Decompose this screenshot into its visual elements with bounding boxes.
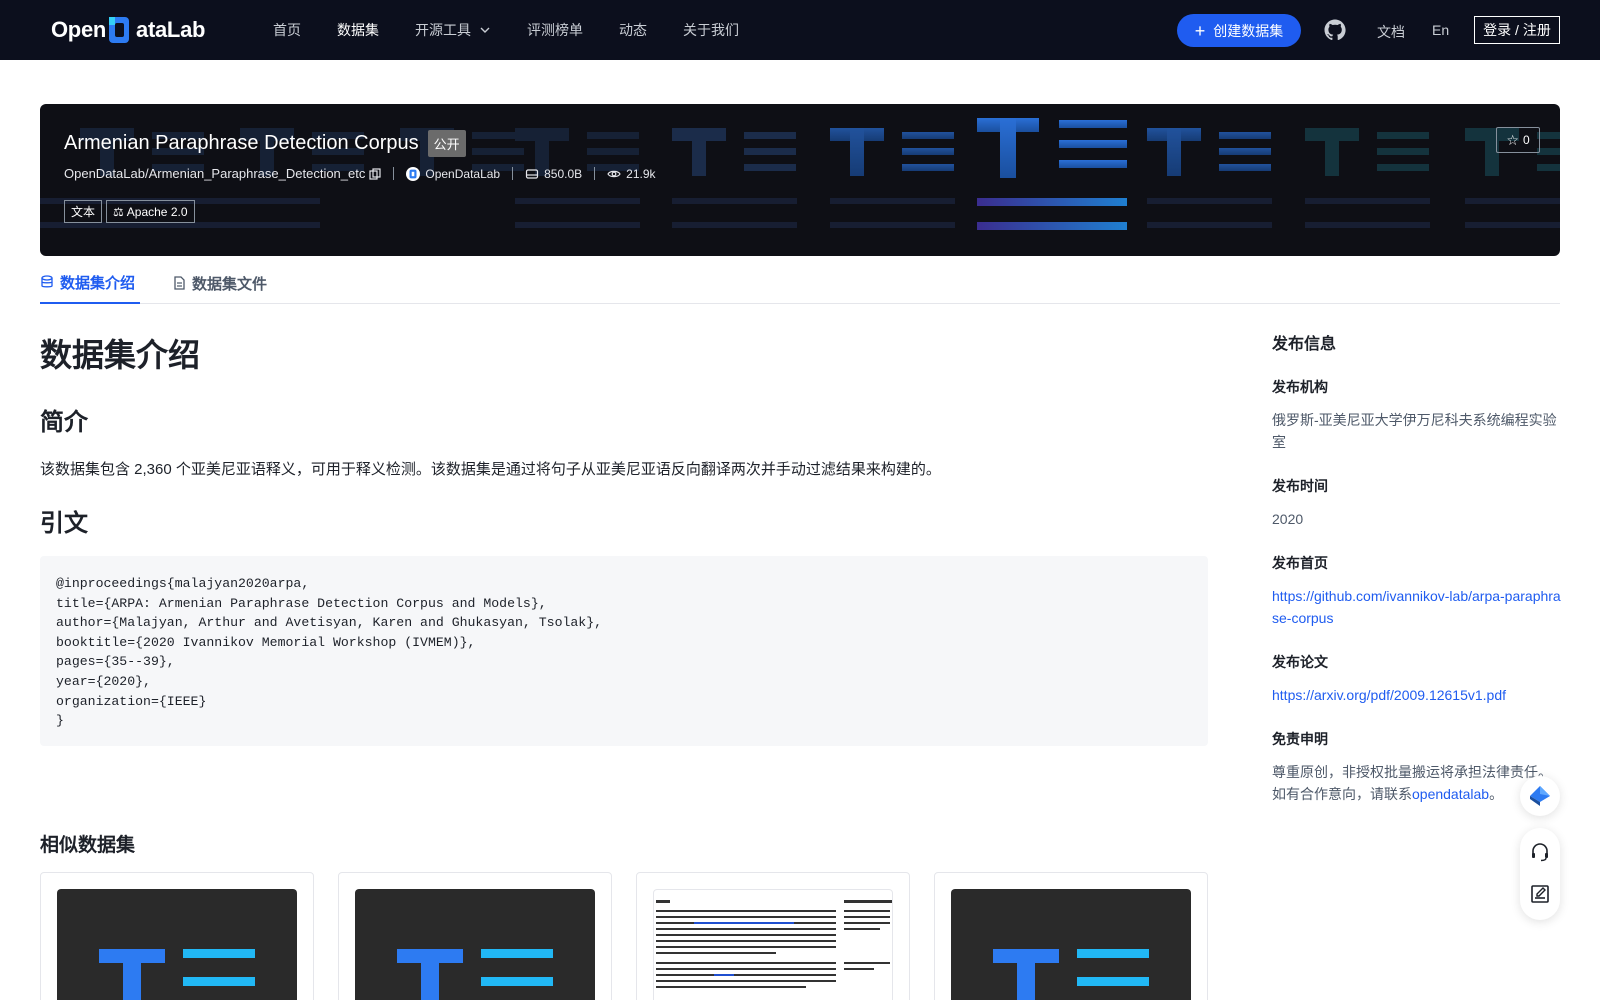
homepage-link[interactable]: https://github.com/ivannikov-lab/arpa-pa… xyxy=(1272,585,1562,629)
file-icon xyxy=(174,276,185,290)
dataset-thumbnail xyxy=(57,889,297,1000)
floating-assistant-button[interactable] xyxy=(1520,776,1560,816)
tab-files[interactable]: 数据集文件 xyxy=(172,262,267,304)
page-title: 数据集介绍 xyxy=(40,337,201,373)
floating-toolbar xyxy=(1520,828,1560,920)
dataset-meta: OpenDataLab/Armenian_Paraphrase_Detectio… xyxy=(64,166,656,181)
dataset-title-row: Armenian Paraphrase Detection Corpus 公开 xyxy=(64,130,466,157)
tab-introduction[interactable]: 数据集介绍 xyxy=(40,262,140,304)
storage-icon xyxy=(526,168,539,179)
publisher-logo-icon xyxy=(406,166,421,181)
license-label: Apache 2.0 xyxy=(126,204,188,219)
dataset-banner: Armenian Paraphrase Detection Corpus 公开 … xyxy=(40,104,1560,256)
star-button[interactable]: ☆ 0 xyxy=(1496,127,1540,153)
meta-divider xyxy=(512,167,514,180)
time-label: 发布时间 xyxy=(1272,478,1328,494)
logo[interactable]: Open ataLab xyxy=(51,15,205,45)
disclaimer-end: 。 xyxy=(1489,786,1504,802)
feedback-icon[interactable] xyxy=(1529,883,1551,905)
star-count: 0 xyxy=(1522,133,1530,147)
org-label: 发布机构 xyxy=(1272,379,1328,395)
meta-divider xyxy=(594,167,596,180)
dataset-thumbnail xyxy=(355,889,595,1000)
dataset-size: 850.0B xyxy=(544,166,583,181)
dataset-tags: 文本 ⚖ Apache 2.0 xyxy=(64,200,199,223)
tag-license[interactable]: ⚖ Apache 2.0 xyxy=(106,200,195,223)
nav-tools-label: 开源工具 xyxy=(415,22,471,38)
nav-language[interactable]: En xyxy=(1432,22,1449,38)
repo-path: OpenDataLab/Armenian_Paraphrase_Detectio… xyxy=(64,166,366,181)
intro-heading: 简介 xyxy=(40,409,88,436)
logo-d-icon xyxy=(107,16,135,44)
dataset-title: Armenian Paraphrase Detection Corpus xyxy=(64,132,419,154)
paper-link[interactable]: https://arxiv.org/pdf/2009.12615v1.pdf xyxy=(1272,684,1562,706)
publish-info-heading: 发布信息 xyxy=(1272,336,1337,353)
citation-code-block[interactable]: @inproceedings{malajyan2020arpa, title={… xyxy=(40,556,1208,746)
top-nav: Open ataLab 首页 数据集 开源工具 评测榜单 动态 关于我们 + 创… xyxy=(0,0,1600,60)
homepage-label: 发布首页 xyxy=(1272,555,1328,571)
chevron-down-icon xyxy=(480,27,490,33)
citation-heading: 引文 xyxy=(40,510,88,537)
nav-leaderboard[interactable]: 评测榜单 xyxy=(527,20,583,40)
disclaimer-label: 免责申明 xyxy=(1272,731,1328,747)
nav-datasets[interactable]: 数据集 xyxy=(337,20,379,40)
dataset-tabs: 数据集介绍 数据集文件 xyxy=(40,262,1560,304)
nav-news[interactable]: 动态 xyxy=(619,20,647,40)
assistant-logo-icon xyxy=(1530,786,1550,806)
logo-text-right: ataLab xyxy=(136,17,206,42)
contact-link[interactable]: opendatalab xyxy=(1412,786,1489,802)
dataset-thumbnail-document xyxy=(653,889,893,1000)
similar-dataset-card[interactable] xyxy=(934,872,1208,1000)
publish-info-sidebar: 发布信息 发布机构 俄罗斯-亚美尼亚大学伊万尼科夫系统编程实验室 发布时间 20… xyxy=(1272,330,1562,828)
tab-files-label: 数据集文件 xyxy=(192,275,268,293)
nav-links: 首页 数据集 开源工具 评测榜单 动态 关于我们 xyxy=(273,0,775,60)
org-value: 俄罗斯-亚美尼亚大学伊万尼科夫系统编程实验室 xyxy=(1272,412,1557,450)
tab-introduction-label: 数据集介绍 xyxy=(60,274,136,292)
publisher-name[interactable]: OpenDataLab xyxy=(425,167,500,181)
headset-icon[interactable] xyxy=(1529,841,1551,863)
star-icon: ☆ xyxy=(1506,131,1519,148)
eye-icon xyxy=(607,170,621,177)
visibility-badge: 公开 xyxy=(427,130,466,157)
similar-dataset-card[interactable] xyxy=(338,872,612,1000)
login-register-button[interactable]: 登录 / 注册 xyxy=(1474,16,1560,44)
nav-tools[interactable]: 开源工具 xyxy=(415,20,491,40)
database-icon xyxy=(41,275,53,288)
paper-label: 发布论文 xyxy=(1272,654,1328,670)
logo-text-left: Open xyxy=(51,17,107,42)
meta-divider xyxy=(393,167,395,180)
nav-home[interactable]: 首页 xyxy=(273,20,301,40)
disclaimer-text: 尊重原创，非授权批量搬运将承担法律责任。如有合作意向，请联系opendatala… xyxy=(1272,761,1562,805)
create-dataset-button[interactable]: + 创建数据集 xyxy=(1177,14,1301,47)
nav-about[interactable]: 关于我们 xyxy=(683,20,739,40)
citation-text: @inproceedings{malajyan2020arpa, title={… xyxy=(56,576,603,729)
time-value: 2020 xyxy=(1272,511,1304,527)
plus-icon: + xyxy=(1194,20,1206,41)
similar-dataset-card[interactable] xyxy=(40,872,314,1000)
nav-docs[interactable]: 文档 xyxy=(1377,22,1405,42)
dataset-thumbnail xyxy=(951,889,1191,1000)
similar-datasets-heading: 相似数据集 xyxy=(40,835,136,856)
similar-dataset-card[interactable] xyxy=(636,872,910,1000)
github-icon[interactable] xyxy=(1323,18,1347,42)
scale-icon: ⚖ xyxy=(113,204,124,219)
copy-icon[interactable] xyxy=(369,167,381,180)
intro-text: 该数据集包含 2,360 个亚美尼亚语释义，可用于释义检测。该数据集是通过将句子… xyxy=(40,461,941,478)
view-count: 21.9k xyxy=(626,166,656,181)
create-dataset-label: 创建数据集 xyxy=(1213,22,1284,39)
tag-modality[interactable]: 文本 xyxy=(64,200,103,223)
